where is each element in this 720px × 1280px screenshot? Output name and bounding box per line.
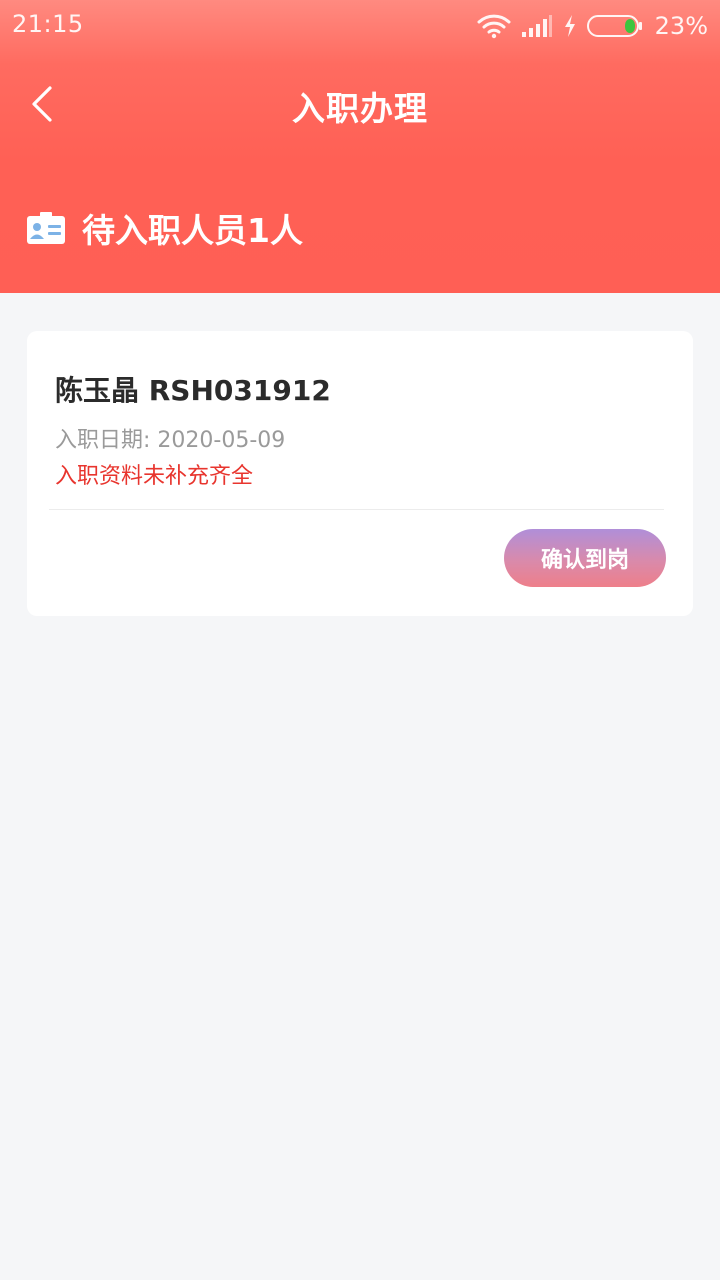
battery-fill	[624, 19, 635, 33]
employee-card: 陈玉晶 RSH031912 入职日期: 2020-05-09 入职资料未补充齐全…	[27, 331, 693, 616]
battery-percent: 23%	[654, 12, 708, 40]
employee-name-id: 陈玉晶 RSH031912	[55, 374, 331, 407]
status-bar: 21:15 23%	[0, 0, 720, 52]
signal-icon	[521, 15, 552, 37]
id-card-icon	[27, 212, 65, 244]
status-time: 21:15	[12, 10, 84, 38]
charging-icon	[564, 15, 575, 37]
header-banner: 21:15 23% 入职办理 待入职人员1人	[0, 0, 720, 293]
pending-summary: 待入职人员1人	[26, 204, 303, 252]
wifi-icon	[477, 14, 511, 39]
status-icons: 23%	[477, 10, 708, 42]
divider	[49, 509, 664, 510]
incomplete-info-warning: 入职资料未补充齐全	[55, 464, 254, 489]
pending-count-text: 待入职人员1人	[82, 211, 303, 250]
battery-icon	[586, 15, 642, 37]
confirm-arrival-button[interactable]: 确认到岗	[504, 529, 666, 587]
hire-date: 入职日期: 2020-05-09	[55, 428, 286, 453]
page-title: 入职办理	[292, 89, 428, 128]
